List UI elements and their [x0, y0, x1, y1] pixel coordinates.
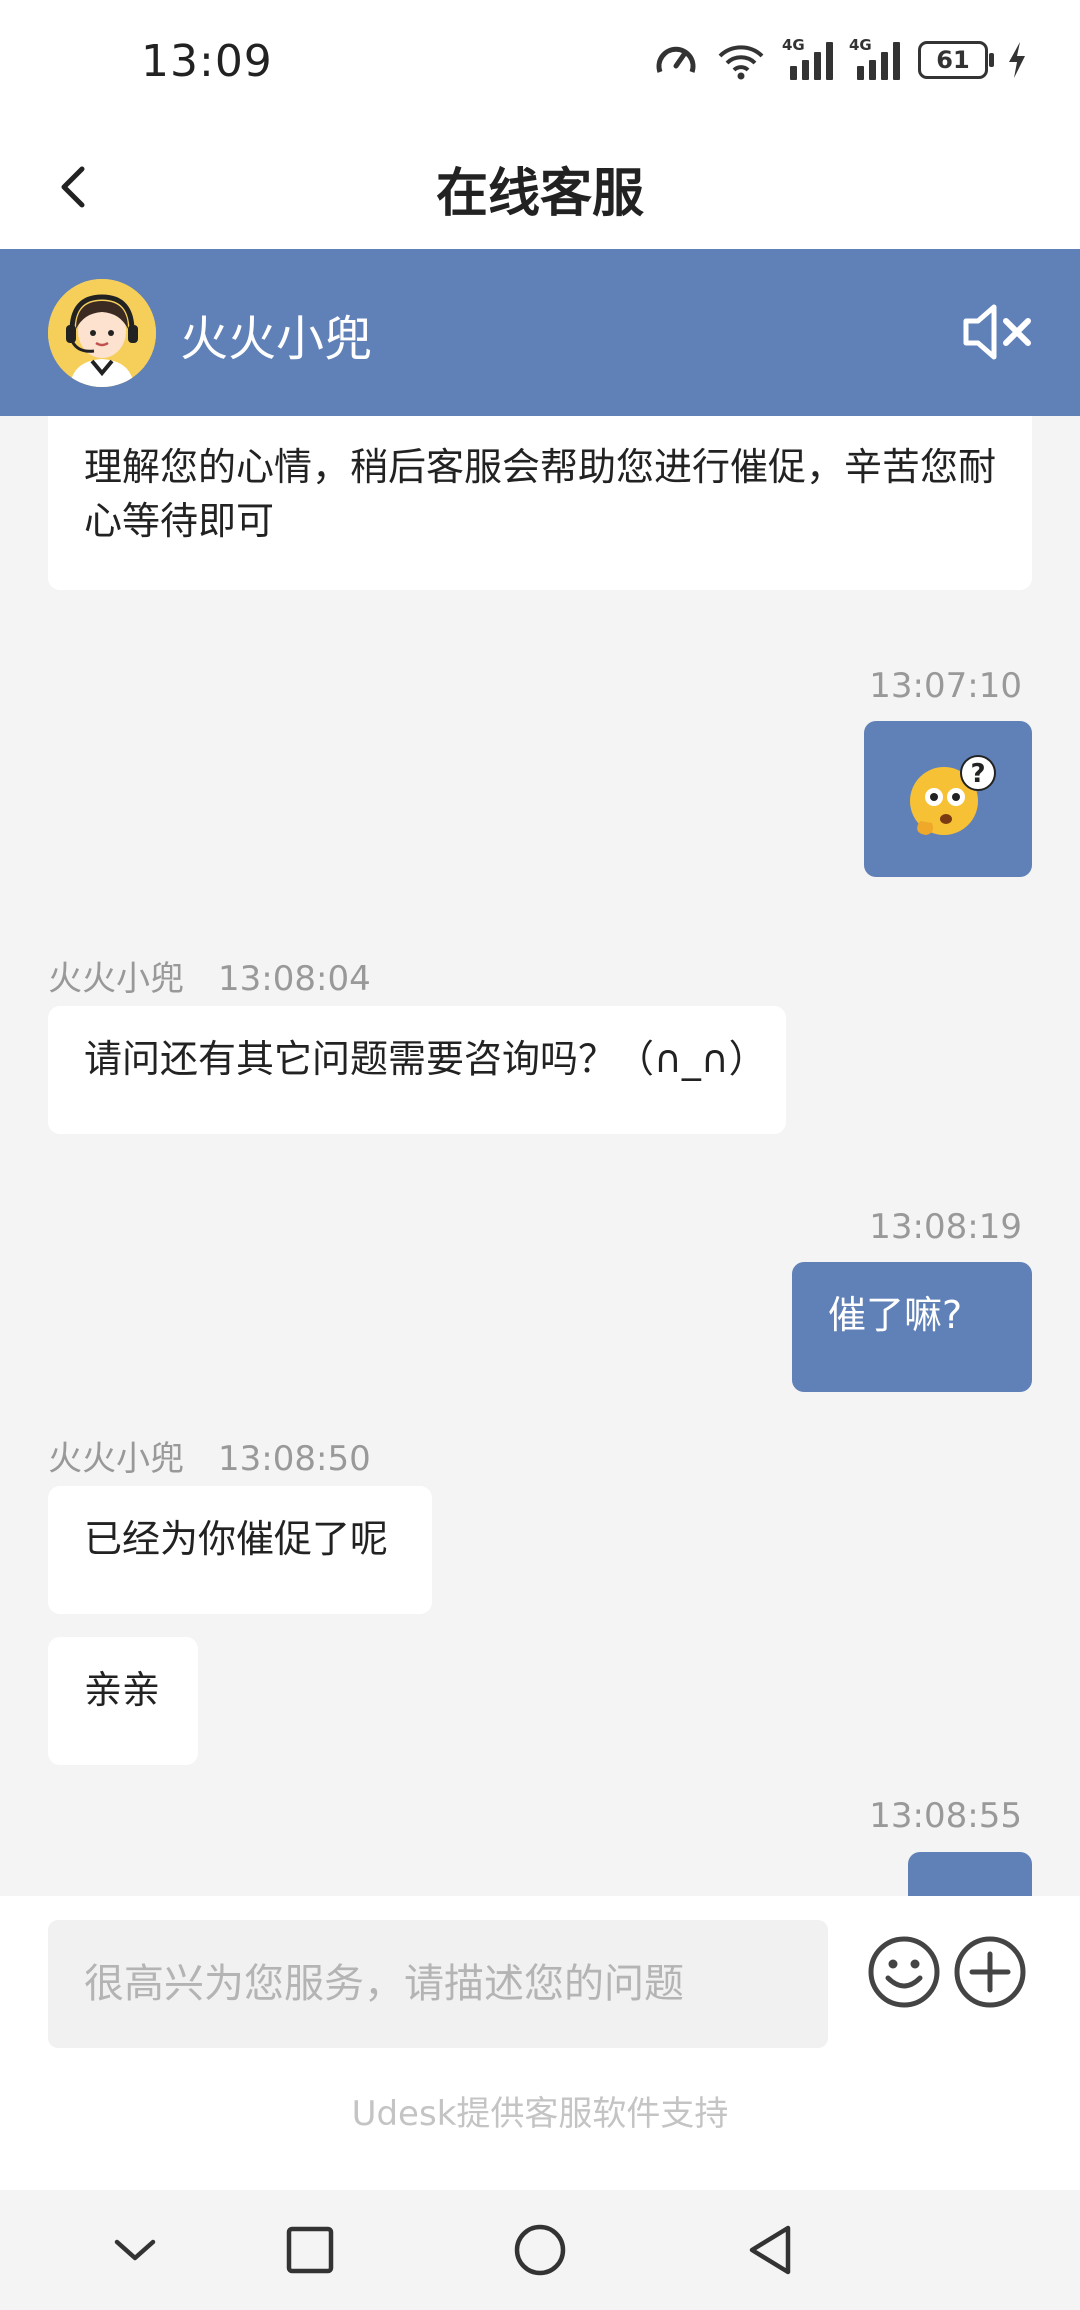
message-text: 亲亲: [84, 1668, 161, 1712]
avatar: [48, 279, 156, 387]
svg-text:?: ?: [970, 759, 985, 789]
message-time: 13:08:04: [218, 959, 371, 999]
chat-area[interactable]: 理解您的心情，稍后客服会帮助您进行催促，辛苦您耐心等待即可 13:07:10 ?…: [0, 416, 1080, 1896]
message-time: 13:07:10: [869, 666, 1022, 706]
message-meta: 火火小兜 13:08:04: [48, 951, 371, 1000]
sender-name: 火火小兜: [48, 959, 184, 999]
agent-header: 火火小兜: [0, 249, 1080, 416]
message-bubble: [908, 1852, 1032, 1896]
thinking-question-emoji: ?: [910, 755, 996, 835]
status-icons: 4G 4G 61: [654, 36, 1028, 80]
message-time: 13:08:55: [869, 1796, 1022, 1836]
agent-name: 火火小兜: [180, 311, 373, 367]
plus-circle-icon[interactable]: [952, 1934, 1028, 2010]
wifi-icon: [718, 45, 764, 80]
message-time: 13:08:50: [218, 1439, 371, 1479]
sender-name: 火火小兜: [48, 1439, 184, 1479]
battery-level: 61: [936, 46, 970, 74]
signal-icon: 4G: [849, 36, 900, 80]
message-bubble: 催了嘛?: [792, 1262, 1032, 1392]
signal-icon: 4G: [782, 36, 833, 80]
triangle-back-icon[interactable]: [740, 2220, 800, 2280]
message-text: 请问还有其它问题需要咨询吗？（∩_∩）: [84, 1037, 767, 1081]
speaker-muted-icon[interactable]: [960, 299, 1036, 365]
circle-icon[interactable]: [510, 2220, 570, 2280]
title-bar: 在线客服: [0, 125, 1080, 249]
message-input[interactable]: 很高兴为您服务，请描述您的问题: [48, 1920, 828, 2048]
page-title: 在线客服: [435, 164, 644, 224]
message-bubble: 已经为你催促了呢: [48, 1486, 432, 1614]
battery-icon: 61: [918, 41, 994, 79]
message-bubble: 理解您的心情，稍后客服会帮助您进行催促，辛苦您耐心等待即可: [48, 416, 1032, 590]
charging-icon: [1009, 42, 1025, 78]
message-text: 已经为你催促了呢: [84, 1517, 389, 1561]
message-bubble: 请问还有其它问题需要咨询吗？（∩_∩）: [48, 1006, 786, 1134]
agent-avatar-icon: [48, 279, 156, 387]
message-text: 催了嘛?: [828, 1293, 963, 1337]
square-icon[interactable]: [280, 2220, 340, 2280]
message-bubble: 亲亲: [48, 1637, 198, 1765]
message-meta: 火火小兜 13:08:50: [48, 1431, 371, 1480]
network-label: 4G: [849, 36, 872, 54]
system-nav-bar: [0, 2190, 1080, 2310]
status-bar: 13:09 4G 4G 61: [0, 0, 1080, 125]
network-label: 4G: [782, 36, 805, 54]
message-time: 13:08:19: [869, 1207, 1022, 1247]
message-text: 理解您的心情，稍后客服会帮助您进行催促，辛苦您耐心等待即可: [84, 445, 997, 543]
speed-meter-icon: [656, 46, 696, 73]
chevron-down-icon[interactable]: [105, 2220, 165, 2280]
powered-by: Udesk提供客服软件支持: [351, 2094, 729, 2134]
smiley-icon[interactable]: [866, 1934, 942, 2010]
message-bubble[interactable]: ?: [864, 721, 1032, 877]
input-area: 很高兴为您服务，请描述您的问题 Udesk提供客服软件支持: [0, 1896, 1080, 2190]
status-time: 13:09: [141, 36, 273, 87]
